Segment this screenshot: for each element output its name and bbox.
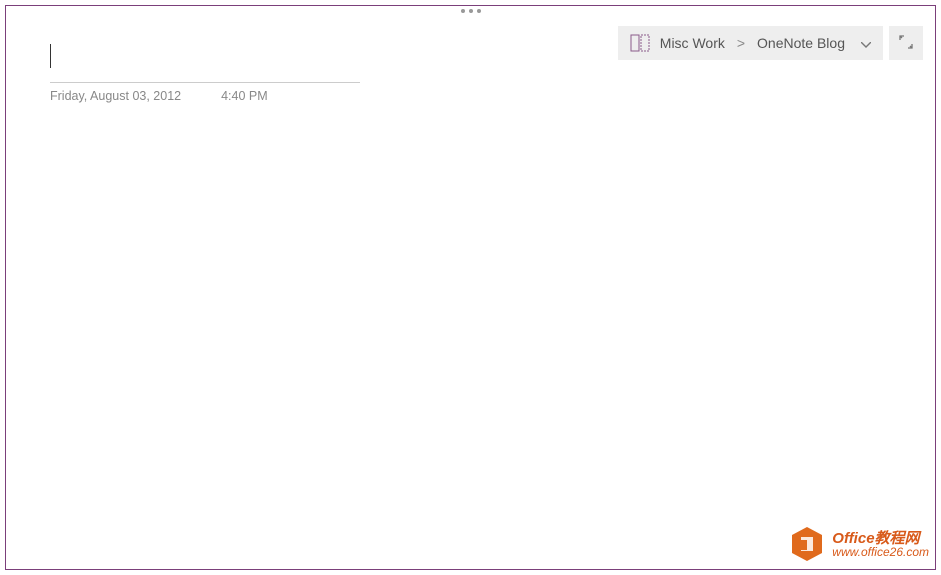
title-underline <box>50 82 360 83</box>
breadcrumb-section: OneNote Blog <box>757 35 845 51</box>
watermark-line2: www.office26.com <box>832 546 929 558</box>
location-breadcrumb-button[interactable]: Misc Work > OneNote Blog <box>618 26 883 60</box>
expand-icon <box>899 35 913 52</box>
watermark: Office教程网 www.office26.com <box>788 525 929 563</box>
note-meta: Friday, August 03, 2012 4:40 PM <box>50 89 350 103</box>
notebook-icon <box>630 34 650 52</box>
breadcrumb-separator: > <box>737 35 745 51</box>
note-content-area[interactable]: Friday, August 03, 2012 4:40 PM <box>50 42 350 103</box>
page-toolbar: Misc Work > OneNote Blog <box>618 26 923 60</box>
watermark-badge-icon <box>788 525 826 563</box>
watermark-line1: Office教程网 <box>832 531 929 546</box>
text-cursor <box>50 44 51 68</box>
note-date: Friday, August 03, 2012 <box>50 89 181 103</box>
expand-button[interactable] <box>889 26 923 60</box>
watermark-text: Office教程网 www.office26.com <box>832 531 929 558</box>
note-page-frame: Misc Work > OneNote Blog Friday, August … <box>5 5 936 570</box>
page-title-input[interactable] <box>50 42 350 74</box>
note-time: 4:40 PM <box>221 89 268 103</box>
chevron-down-icon <box>861 35 871 51</box>
breadcrumb-notebook: Misc Work <box>660 35 725 51</box>
drag-handle-icon[interactable] <box>461 9 481 13</box>
